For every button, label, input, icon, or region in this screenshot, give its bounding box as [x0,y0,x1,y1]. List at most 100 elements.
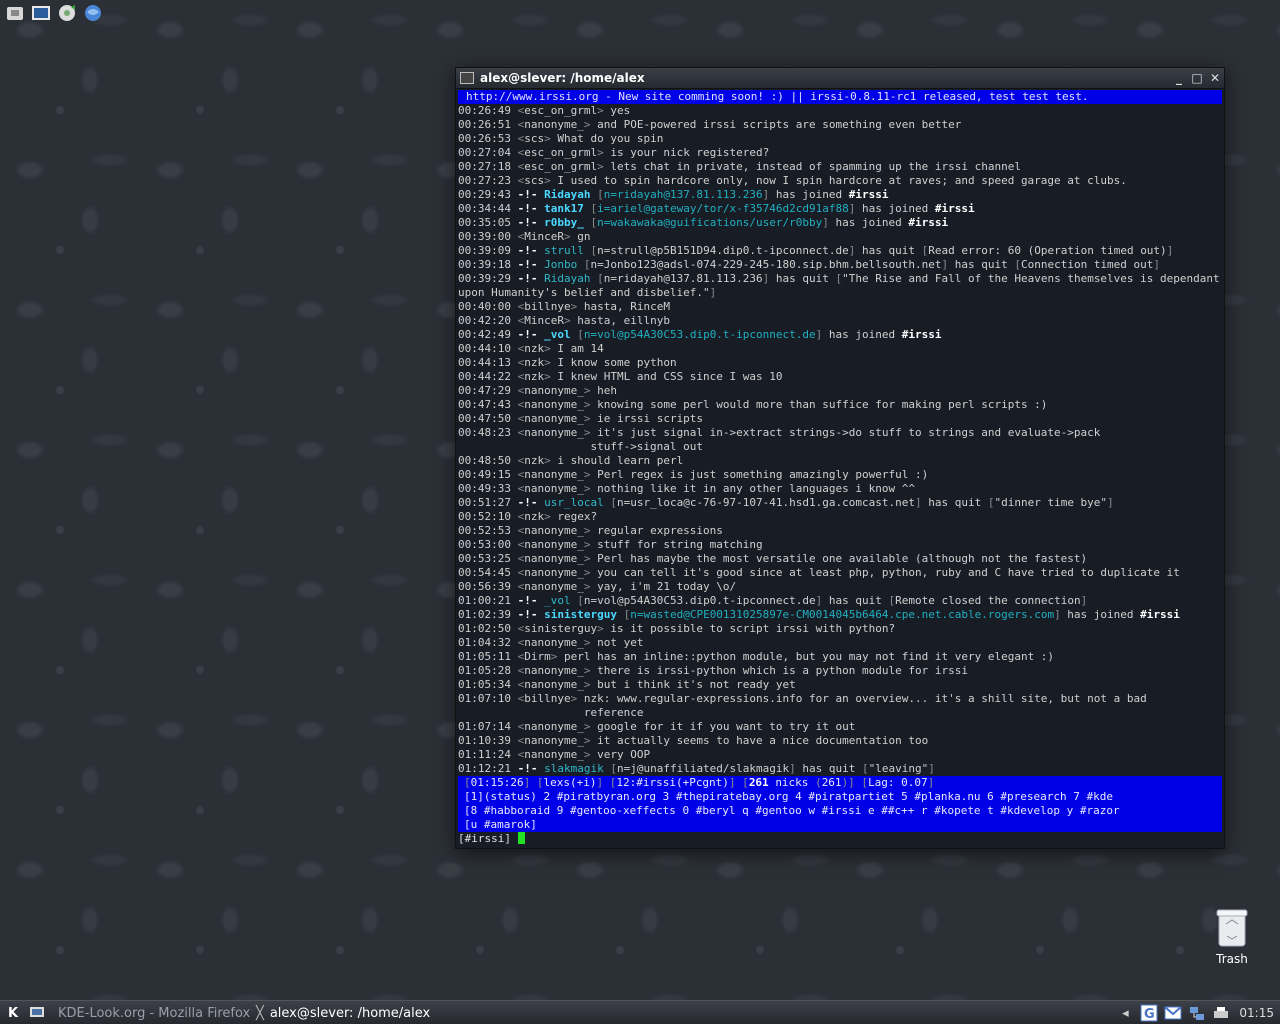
gmail-notifier-icon[interactable]: G [1139,1003,1159,1023]
message-nick: billnye [524,300,571,313]
maximize-button[interactable]: □ [1188,71,1206,85]
text-cursor [517,832,525,844]
message-text: very OOP [597,748,651,761]
message-text: and POE-powered irssi scripts are someth… [597,118,962,131]
message-nick: nanonyme_ [524,566,584,579]
message-nick: nzk [524,454,545,467]
chat-line: 00:39:09 -!- strull [n=strull@p5B151D94.… [458,244,1174,257]
message-text: nothing like it in any other languages i… [597,482,915,495]
web-browser-icon[interactable] [82,2,104,24]
trash-icon [1215,906,1249,948]
status-nick-count: 261 [748,776,769,789]
input-prompt: [#irssi] [458,832,511,845]
window-title: alex@slever: /home/alex [480,71,645,85]
irssi-terminal[interactable]: http://www.irssi.org - New site comming … [458,90,1222,846]
message-timestamp: 01:02:50 [458,622,518,635]
event-marker: -!- [517,272,545,285]
status-user: lexs(+i) [543,776,597,789]
message-timestamp: 01:04:32 [458,636,518,649]
message-timestamp: 00:42:20 [458,314,518,327]
event-marker: -!- [517,608,545,621]
message-timestamp: 00:53:00 [458,538,518,551]
message-timestamp: 00:49:15 [458,468,518,481]
terminal-window[interactable]: alex@slever: /home/alex _ □ ✕ http://www… [456,68,1224,848]
message-nick: _vol [544,328,571,341]
minimize-button[interactable]: _ [1170,71,1188,85]
message-nick: slakmagik [544,762,604,775]
message-text: hasta, eillnyb [577,314,670,327]
chat-line: 00:27:23 <scs> I used to spin hardcore o… [458,174,1127,187]
mail-icon[interactable] [1163,1003,1183,1023]
tray-expand-icon[interactable]: ◂ [1115,1003,1135,1023]
task-terminal[interactable]: ╳ alex@slever: /home/alex [250,1002,482,1024]
input-line[interactable]: [#irssi] [458,832,1222,846]
message-nick: _vol [544,594,571,607]
chat-line: 00:34:44 -!- tank17 [i=ariel@gateway/tor… [458,202,975,215]
window-titlebar[interactable]: alex@slever: /home/alex _ □ ✕ [456,68,1224,89]
message-text: hasta, RinceM [583,300,670,313]
desktop-preview-icon[interactable] [30,2,52,24]
message-text: heh [597,384,617,397]
status-bar: [01:15:26] [lexs(+i)] [12:#irssi(+Pcgnt)… [458,776,1222,790]
channel-topic-bar: http://www.irssi.org - New site comming … [458,90,1222,104]
message-text: is your nick registered? [610,146,770,159]
message-nick: tank17 [544,202,584,215]
show-desktop-button[interactable] [26,1003,48,1023]
message-channel: #irssi [901,328,942,341]
message-timestamp: 00:47:43 [458,398,518,411]
message-host: n=ridayah@137.81.113.236 [603,188,763,201]
message-host: n=ridayah@137.81.113.236 [603,272,763,285]
message-nick: r0bby_ [544,216,584,229]
chat-line: 01:02:39 -!- sinisterguy [n=wasted@CPE00… [458,608,1180,621]
chat-line: 00:39:00 <MinceR> gn [458,230,591,243]
network-icon[interactable] [1187,1003,1207,1023]
message-nick: esc_on_grml [524,160,598,173]
task-firefox[interactable]: KDE-Look.org - Mozilla Firefox [48,1002,250,1024]
chat-line: 00:49:33 <nanonyme_> nothing like it in … [458,482,915,495]
chat-line: 00:26:51 <nanonyme_> and POE-powered irs… [458,118,962,131]
message-timestamp: 00:51:27 [458,496,518,509]
message-text: gn [577,230,591,243]
message-timestamp: 00:27:18 [458,160,518,173]
message-timestamp: 01:00:21 [458,594,518,607]
chat-line: 00:52:10 <nzk> regex? [458,510,598,523]
event-marker: -!- [517,762,545,775]
taskbar: K KDE-Look.org - Mozilla Firefox ╳ alex@… [0,1000,1280,1024]
message-timestamp: 00:27:04 [458,146,518,159]
message-nick: nzk [524,342,545,355]
chat-line: 00:53:00 <nanonyme_> stuff for string ma… [458,538,763,551]
chat-line: 00:47:43 <nanonyme_> knowing some perl w… [458,398,1048,411]
status-nick-detail: 261 [821,776,842,789]
message-timestamp: 01:12:21 [458,762,518,775]
quit-reason: Connection timed out [1020,258,1154,271]
home-folder-icon[interactable] [4,2,26,24]
chat-line: 00:51:27 -!- usr_local [n=usr_loca@c-76-… [458,496,1114,509]
message-timestamp: 00:44:10 [458,342,518,355]
message-timestamp: 00:54:45 [458,566,518,579]
chat-line: 00:29:43 -!- Ridayah [n=ridayah@137.81.1… [458,188,889,201]
message-nick: nanonyme_ [524,720,584,733]
chat-line: 01:07:10 <billnye> nzk: www.regular-expr… [458,692,1147,719]
event-marker: -!- [517,594,545,607]
kde-menu-button[interactable]: K [0,1006,26,1021]
chat-line: 00:40:00 <billnye> hasta, RinceM [458,300,670,313]
message-nick: billnye [524,692,571,705]
message-timestamp: 01:07:14 [458,720,518,733]
message-nick: nzk [524,370,545,383]
media-player-icon[interactable] [56,2,78,24]
message-text: Perl has maybe the most versatile one av… [597,552,1088,565]
close-button[interactable]: ✕ [1206,71,1224,85]
chat-line: 00:35:05 -!- r0bby_ [n=wakawaka@guificat… [458,216,949,229]
chat-line: 01:12:21 -!- slakmagik [n=j@unaffiliated… [458,762,935,775]
status-lag: Lag: 0.07 [868,776,928,789]
chat-line: 01:07:14 <nanonyme_> google for it if yo… [458,720,856,733]
message-timestamp: 00:39:09 [458,244,518,257]
message-timestamp: 00:39:18 [458,258,518,271]
chat-line: 00:44:13 <nzk> I know some python [458,356,677,369]
event-marker: -!- [517,328,545,341]
printer-icon[interactable] [1211,1003,1231,1023]
message-text: ie irssi scripts [597,412,704,425]
activity-line-3: [u #amarok] [458,818,1222,832]
message-nick: nanonyme_ [524,678,584,691]
trash-desktop-icon[interactable]: Trash [1204,906,1260,966]
